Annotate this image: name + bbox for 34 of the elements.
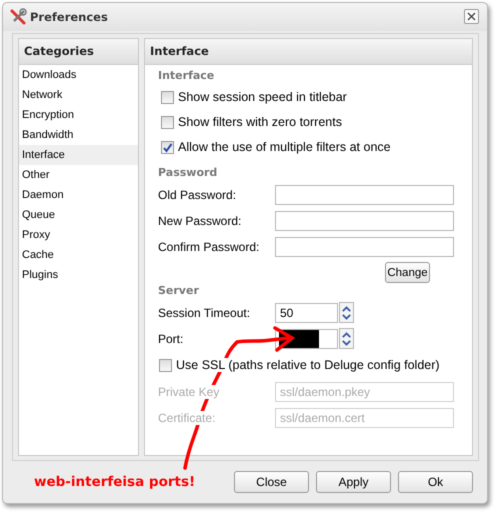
category-item[interactable]: Daemon: [19, 184, 138, 205]
category-item[interactable]: Other: [19, 164, 138, 185]
section-legend: Server: [158, 284, 472, 300]
dialog-button[interactable]: Apply: [316, 471, 391, 494]
window-title: Preferences: [30, 10, 109, 24]
dialog-button[interactable]: Ok: [398, 471, 473, 494]
checkbox-label: Show session speed in titlebar: [178, 90, 347, 104]
category-item[interactable]: Queue: [19, 204, 138, 225]
section-legend: Password: [158, 166, 472, 182]
category-item[interactable]: Bandwidth: [19, 124, 138, 145]
category-item[interactable]: Cache: [19, 244, 138, 265]
field-label: Certificate:: [158, 410, 216, 425]
category-item[interactable]: Network: [19, 84, 138, 105]
category-item[interactable]: Interface: [19, 144, 138, 165]
field-label: Confirm Password:: [158, 240, 260, 254]
section-legend: Interface: [158, 68, 472, 85]
field-label: New Password:: [158, 214, 242, 228]
category-item[interactable]: Proxy: [19, 224, 138, 245]
field-label: Old Password:: [158, 188, 238, 202]
field-label: Private Key: [158, 384, 220, 399]
field-label: Session Timeout:: [158, 306, 252, 320]
checkbox-label: Use SSL (paths relative to Deluge config folder): [176, 358, 440, 372]
change-button[interactable]: Change: [385, 262, 430, 284]
panel-header: Interface: [145, 38, 472, 65]
category-item[interactable]: Downloads: [19, 64, 138, 85]
category-item[interactable]: Plugins: [19, 264, 138, 285]
dialog-button[interactable]: Close: [234, 471, 309, 494]
annotation-text: web-interfeisa ports!: [34, 474, 196, 490]
checkbox-label: Show filters with zero torrents: [178, 115, 342, 130]
number-field[interactable]: 50: [275, 302, 338, 323]
category-item[interactable]: Encryption: [19, 104, 138, 125]
checkbox-label: Allow the use of multiple filters at once: [178, 140, 391, 154]
panel-header: Categories: [19, 38, 138, 65]
field-label: Port:: [158, 332, 184, 346]
